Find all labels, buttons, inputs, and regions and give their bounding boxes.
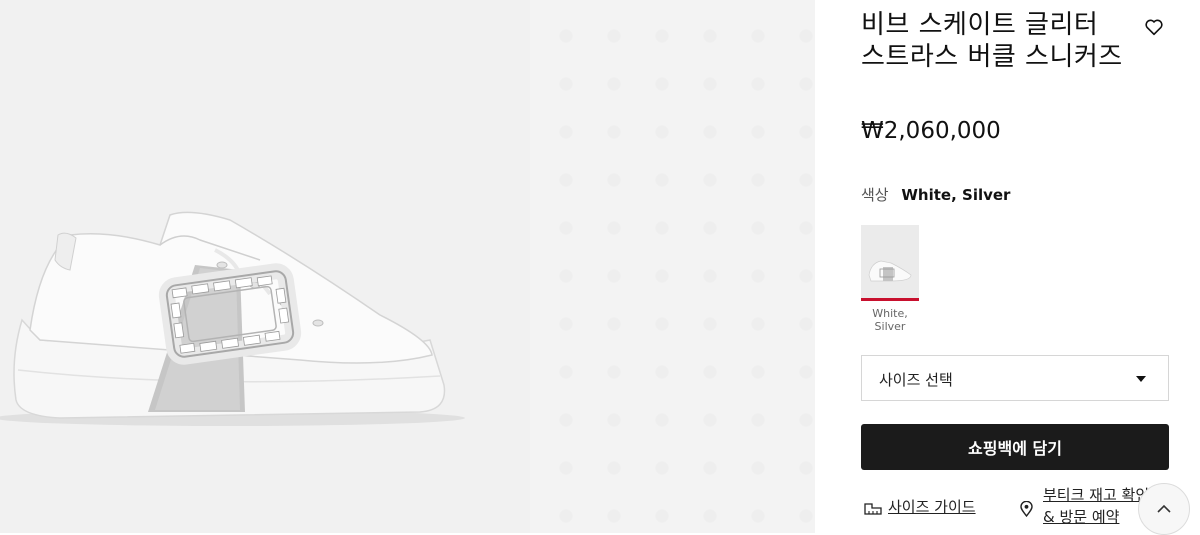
heart-icon xyxy=(1145,19,1163,36)
sneaker-image xyxy=(0,211,465,426)
size-dropdown[interactable]: 사이즈 선택 xyxy=(861,355,1169,401)
chevron-up-icon xyxy=(1157,504,1171,513)
size-guide-link[interactable]: 사이즈 가이드 xyxy=(888,496,976,518)
product-info-panel: 비브 스케이트 글리터 스트라스 버클 스니커즈 ₩2,060,000 색상 W… xyxy=(861,0,1171,533)
swatch-label: White, Silver xyxy=(872,307,908,333)
color-info: 색상 White, Silver xyxy=(861,184,1010,205)
ruler-icon xyxy=(864,503,882,515)
wishlist-button[interactable] xyxy=(1143,16,1167,40)
secondary-product-image[interactable] xyxy=(530,0,815,533)
color-swatch-white-silver[interactable] xyxy=(861,225,919,301)
swatch-thumbnail xyxy=(861,225,919,298)
main-product-image[interactable] xyxy=(0,0,530,533)
caret-down-icon xyxy=(1136,376,1146,382)
add-to-bag-button[interactable]: 쇼핑백에 담기 xyxy=(861,424,1169,470)
size-select-placeholder: 사이즈 선택 xyxy=(879,371,953,389)
location-pin-icon xyxy=(1020,501,1033,517)
product-title: 비브 스케이트 글리터 스트라스 버클 스니커즈 xyxy=(861,10,1123,72)
scroll-to-top-button[interactable] xyxy=(1138,483,1190,535)
color-value: White, Silver xyxy=(901,186,1011,204)
color-label: 색상 xyxy=(861,186,889,204)
store-stock-reservation-link[interactable]: 부티크 재고 확인 & 방문 예약 xyxy=(1043,484,1153,528)
product-price: ₩2,060,000 xyxy=(861,118,1001,144)
product-gallery xyxy=(0,0,815,533)
